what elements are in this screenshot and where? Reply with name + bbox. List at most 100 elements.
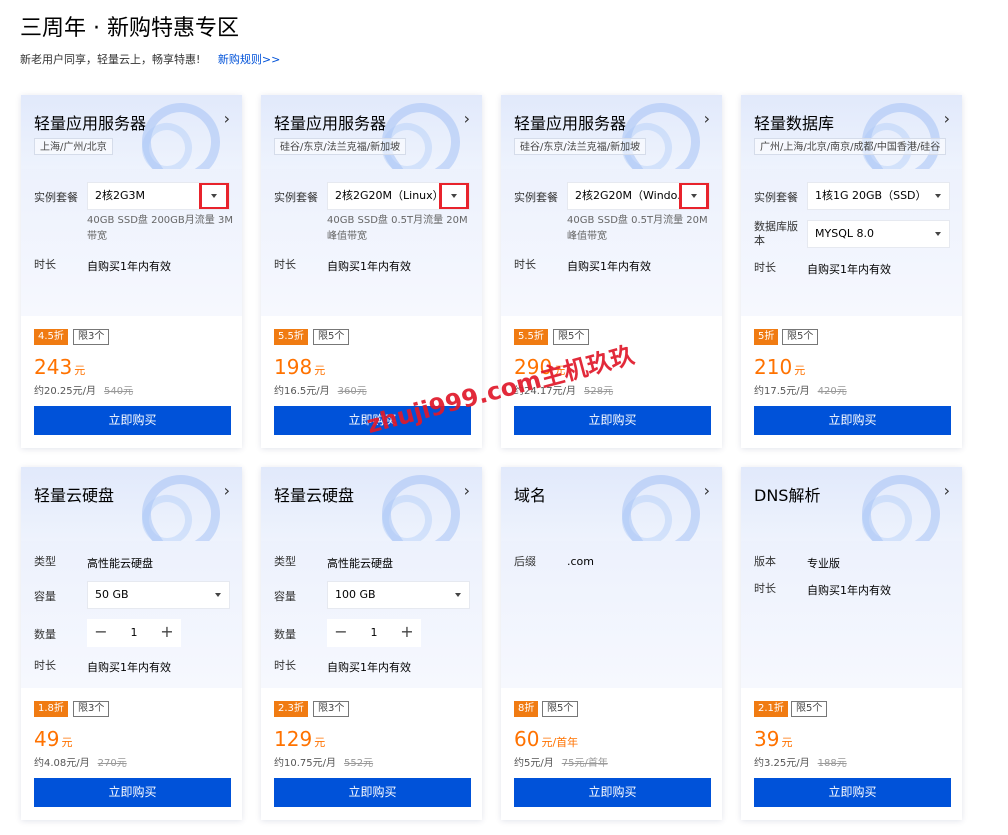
- limit-badge: 限3个: [313, 701, 350, 717]
- monthly-price: 约4.08元/月 270元: [34, 754, 127, 769]
- page-subtitle: 新老用户同享，轻量云上，畅享特惠! 新购规则>>: [20, 51, 280, 67]
- caret-down-icon: [691, 194, 697, 198]
- duration-label: 时长: [34, 659, 56, 672]
- buy-now-button[interactable]: 立即购买: [754, 778, 951, 807]
- original-price: 75元/首年: [561, 758, 608, 769]
- price-unit: 元: [74, 364, 86, 377]
- chevron-right-icon[interactable]: ›: [224, 109, 230, 128]
- discount-badge: 5.5折: [274, 329, 308, 345]
- limit-badge: 限3个: [73, 701, 110, 717]
- quantity-value[interactable]: 1: [355, 619, 393, 647]
- quantity-stepper: − 1 +: [87, 619, 181, 647]
- discount-badge: 2.3折: [274, 701, 308, 717]
- buy-now-button[interactable]: 立即购买: [34, 406, 231, 435]
- spec-note: 40GB SSD盘 200GB月流量 3M带宽: [87, 215, 233, 242]
- price: 198 元: [274, 355, 325, 379]
- spec-select[interactable]: 2核2G20M（Linux）: [327, 182, 470, 210]
- caret-down-icon: [935, 232, 941, 236]
- price-unit: 元: [61, 736, 73, 749]
- highlight-box: [679, 183, 709, 209]
- region-tag: 广州/上海/北京/南京/成都/中国香港/硅谷: [754, 138, 947, 155]
- limit-badge: 限5个: [782, 329, 819, 345]
- duration-value: 自购买1年内有效: [87, 260, 171, 273]
- highlight-box: [439, 183, 469, 209]
- price-unit: 元/首年: [541, 736, 579, 749]
- product-card-cloud-disk-2: 轻量云硬盘 › 类型 高性能云硬盘 容量 100 GB 数量 − 1 + 时长 …: [261, 467, 482, 820]
- chevron-right-icon[interactable]: ›: [704, 481, 710, 500]
- monthly-price-text: 约20.25元/月: [34, 386, 96, 397]
- buy-now-button[interactable]: 立即购买: [514, 778, 711, 807]
- duration-value: 自购买1年内有效: [807, 584, 891, 597]
- spec-select[interactable]: 2核2G20M（Windo...: [567, 182, 710, 210]
- capacity-select-value: 50 GB: [95, 588, 129, 601]
- monthly-price: 约3.25元/月 188元: [754, 754, 847, 769]
- product-card-lighthouse-database: 轻量数据库 › 广州/上海/北京/南京/成都/中国香港/硅谷 实例套餐 1核1G…: [741, 95, 962, 448]
- product-card-dns: DNS解析 › 版本 专业版 时长 自购买1年内有效 2.1折 限5个 39 元 …: [741, 467, 962, 820]
- purchase-rules-link[interactable]: 新购规则>>: [218, 53, 280, 66]
- spec-select-value: 2核2G20M（Windo...: [575, 189, 688, 202]
- price: 49 元: [34, 727, 72, 751]
- chevron-right-icon[interactable]: ›: [464, 109, 470, 128]
- chevron-right-icon[interactable]: ›: [224, 481, 230, 500]
- capacity-select[interactable]: 50 GB: [87, 581, 230, 609]
- caret-down-icon: [215, 593, 221, 597]
- spec-select-value: 1核1G 20GB（SSD）: [815, 189, 927, 202]
- db-version-select[interactable]: MYSQL 8.0: [807, 220, 950, 248]
- discount-badge: 4.5折: [34, 329, 68, 345]
- region-tag: 上海/广州/北京: [34, 138, 113, 155]
- duration-value: 自购买1年内有效: [87, 661, 171, 674]
- duration-value: 自购买1年内有效: [327, 260, 411, 273]
- region-tag: 硅谷/东京/法兰克福/新加坡: [274, 138, 407, 155]
- price: 60 元/首年: [514, 727, 578, 751]
- chevron-right-icon[interactable]: ›: [704, 109, 710, 128]
- duration-label: 时长: [514, 258, 536, 271]
- spec-label: 实例套餐: [34, 191, 78, 204]
- price: 243 元: [34, 355, 85, 379]
- plus-button[interactable]: +: [153, 619, 181, 647]
- price: 39 元: [754, 727, 792, 751]
- monthly-price-text: 约17.5元/月: [754, 386, 810, 397]
- monthly-price: 约10.75元/月 552元: [274, 754, 373, 769]
- duration-label: 时长: [754, 582, 776, 595]
- buy-now-button[interactable]: 立即购买: [34, 778, 231, 807]
- buy-now-button[interactable]: 立即购买: [274, 778, 471, 807]
- db-version-label: 数据库版本: [754, 220, 798, 247]
- discount-badge: 2.1折: [754, 701, 788, 717]
- discount-badge: 5.5折: [514, 329, 548, 345]
- spec-select[interactable]: 2核2G3M: [87, 182, 230, 210]
- spec-note: 40GB SSD盘 0.5T月流量 20M峰值带宽: [327, 215, 468, 242]
- price-number: 129: [274, 727, 313, 751]
- card-title: 轻量云硬盘: [34, 486, 115, 505]
- chevron-right-icon[interactable]: ›: [464, 481, 470, 500]
- type-value: 高性能云硬盘: [327, 557, 393, 570]
- product-card-lighthouse-server-1: 轻量应用服务器 › 上海/广州/北京 实例套餐 2核2G3M 40GB SSD盘…: [21, 95, 242, 448]
- monthly-price: 约5元/月 75元/首年: [514, 754, 608, 769]
- buy-now-button[interactable]: 立即购买: [514, 406, 711, 435]
- card-title: 域名: [514, 486, 547, 505]
- minus-button[interactable]: −: [87, 619, 115, 647]
- plus-button[interactable]: +: [393, 619, 421, 647]
- price-number: 49: [34, 727, 60, 751]
- chevron-right-icon[interactable]: ›: [944, 481, 950, 500]
- spec-label: 实例套餐: [274, 191, 318, 204]
- buy-now-button[interactable]: 立即购买: [754, 406, 951, 435]
- quantity-value[interactable]: 1: [115, 619, 153, 647]
- quantity-stepper: − 1 +: [327, 619, 421, 647]
- capacity-select[interactable]: 100 GB: [327, 581, 470, 609]
- card-title: DNS解析: [754, 486, 821, 505]
- duration-value: 自购买1年内有效: [567, 260, 651, 273]
- suffix-value: .com: [567, 555, 594, 568]
- spec-select[interactable]: 1核1G 20GB（SSD）: [807, 182, 950, 210]
- original-price: 540元: [104, 386, 134, 397]
- card-title: 轻量应用服务器: [34, 114, 147, 133]
- capacity-label: 容量: [34, 590, 56, 603]
- subtitle-text: 新老用户同享，轻量云上，畅享特惠!: [20, 53, 201, 66]
- chevron-right-icon[interactable]: ›: [944, 109, 950, 128]
- limit-badge: 限5个: [542, 701, 579, 717]
- minus-button[interactable]: −: [327, 619, 355, 647]
- original-price: 270元: [97, 758, 127, 769]
- capacity-label: 容量: [274, 590, 296, 603]
- region-tag: 硅谷/东京/法兰克福/新加坡: [514, 138, 647, 155]
- price-number: 60: [514, 727, 540, 751]
- original-price: 360元: [337, 386, 367, 397]
